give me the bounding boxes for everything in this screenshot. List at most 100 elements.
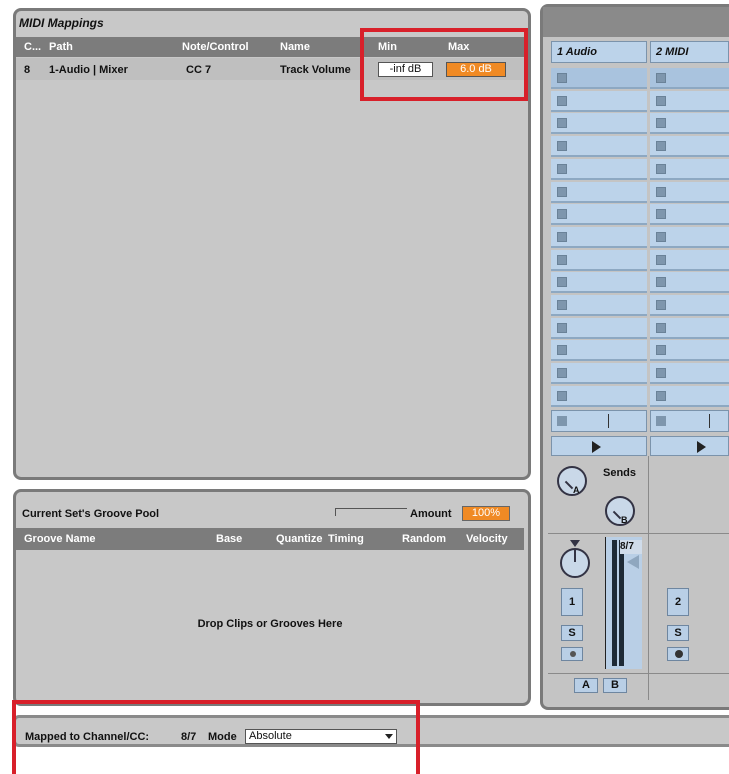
clip-stop-icon[interactable] bbox=[656, 163, 666, 174]
clip-slot[interactable] bbox=[650, 204, 729, 226]
meter-right bbox=[619, 540, 624, 666]
clip-slot[interactable] bbox=[551, 340, 647, 362]
crossfade-a-button[interactable]: A bbox=[574, 678, 598, 693]
clip-stop-icon[interactable] bbox=[557, 118, 567, 129]
col-name[interactable]: Name bbox=[276, 37, 370, 57]
clip-stop-icon[interactable] bbox=[656, 345, 666, 356]
clip-stop-icon[interactable] bbox=[557, 300, 567, 310]
col-base[interactable]: Base bbox=[212, 529, 276, 549]
clip-stop-icon[interactable] bbox=[557, 186, 567, 197]
clip-stop-icon[interactable] bbox=[557, 322, 567, 333]
clip-slot[interactable] bbox=[551, 385, 647, 407]
divider-line bbox=[608, 414, 609, 428]
send-a-knob[interactable]: A bbox=[557, 466, 587, 496]
col-timing[interactable]: Timing bbox=[324, 529, 388, 549]
col-path[interactable]: Path bbox=[45, 37, 179, 57]
clip-slot[interactable] bbox=[650, 363, 729, 385]
track-1-header[interactable]: 1 Audio bbox=[551, 41, 647, 63]
clip-stop-icon[interactable] bbox=[557, 73, 567, 83]
clip-stop-icon[interactable] bbox=[557, 345, 567, 356]
track-2-monitor-button[interactable] bbox=[667, 647, 689, 661]
clip-slot[interactable] bbox=[650, 340, 729, 362]
clip-stop-icon[interactable] bbox=[557, 390, 567, 401]
clip-stop-icon[interactable] bbox=[557, 277, 567, 288]
clip-slot[interactable] bbox=[551, 272, 647, 294]
pan-knob[interactable] bbox=[560, 548, 590, 578]
clip-stop-icon[interactable] bbox=[656, 186, 666, 197]
knob-pointer bbox=[612, 510, 622, 520]
clip-stop-icon[interactable] bbox=[557, 368, 567, 379]
stop-square-icon bbox=[557, 416, 567, 426]
send-b-knob[interactable]: B bbox=[605, 496, 635, 526]
clip-slot[interactable] bbox=[650, 226, 729, 248]
amount-field[interactable]: 100% bbox=[462, 506, 510, 521]
clip-slot[interactable] bbox=[650, 90, 729, 112]
track-2-solo-button[interactable]: S bbox=[667, 625, 689, 641]
clip-stop-icon[interactable] bbox=[656, 141, 666, 152]
clip-stop-icon[interactable] bbox=[557, 141, 567, 152]
clip-slot[interactable] bbox=[650, 158, 729, 180]
clip-slot[interactable] bbox=[650, 136, 729, 158]
clip-slot[interactable] bbox=[551, 181, 647, 203]
mixer-divider bbox=[648, 456, 649, 700]
clip-slot[interactable] bbox=[551, 317, 647, 339]
clip-stop-icon[interactable] bbox=[557, 95, 567, 106]
clip-stop-icon[interactable] bbox=[557, 163, 567, 174]
col-velocity[interactable]: Velocity bbox=[462, 529, 528, 549]
clip-slot[interactable] bbox=[650, 317, 729, 339]
clip-slot[interactable] bbox=[650, 113, 729, 135]
play-icon bbox=[697, 441, 706, 453]
clip-stop-icon[interactable] bbox=[656, 277, 666, 288]
clip-slot[interactable] bbox=[650, 295, 729, 316]
clip-stop-icon[interactable] bbox=[656, 390, 666, 401]
clip-stop-icon[interactable] bbox=[557, 209, 567, 220]
divider-line bbox=[709, 414, 710, 428]
clip-stop-icon[interactable] bbox=[656, 73, 666, 83]
clip-stop-icon[interactable] bbox=[656, 322, 666, 333]
clip-stop-icon[interactable] bbox=[656, 300, 666, 310]
clip-slot[interactable] bbox=[551, 363, 647, 385]
groove-pool-panel bbox=[13, 489, 531, 706]
crossfade-b-button[interactable]: B bbox=[603, 678, 627, 693]
clip-stop-icon[interactable] bbox=[656, 95, 666, 106]
monitor-icon bbox=[675, 650, 683, 658]
clip-slot[interactable] bbox=[650, 68, 729, 89]
clip-slot[interactable] bbox=[551, 68, 647, 89]
col-groove-name[interactable]: Groove Name bbox=[20, 529, 144, 549]
clip-slot[interactable] bbox=[650, 249, 729, 271]
clip-slot[interactable] bbox=[551, 249, 647, 271]
track-1-activator-button[interactable]: 1 bbox=[561, 588, 583, 616]
clip-slot[interactable] bbox=[551, 226, 647, 248]
clip-stop-icon[interactable] bbox=[656, 368, 666, 379]
clip-slot[interactable] bbox=[650, 181, 729, 203]
clip-slot[interactable] bbox=[551, 136, 647, 158]
highlight-status bbox=[12, 700, 420, 774]
col-random[interactable]: Random bbox=[398, 529, 462, 549]
clip-stop-icon[interactable] bbox=[557, 231, 567, 242]
clip-stop-icon[interactable] bbox=[656, 209, 666, 220]
col-note-control[interactable]: Note/Control bbox=[178, 37, 282, 57]
clip-slot[interactable] bbox=[650, 272, 729, 294]
track-1-arm-button[interactable] bbox=[561, 647, 583, 661]
clip-slot[interactable] bbox=[551, 295, 647, 316]
track-2-stop-row[interactable] bbox=[650, 410, 729, 432]
groove-drop-text[interactable]: Drop Clips or Grooves Here bbox=[16, 618, 524, 630]
track-1-play-button[interactable] bbox=[551, 436, 647, 456]
track-1-stop-row[interactable] bbox=[551, 410, 647, 432]
clip-stop-icon[interactable] bbox=[656, 231, 666, 242]
clip-slot[interactable] bbox=[551, 113, 647, 135]
record-dot-icon bbox=[570, 651, 576, 657]
clip-slot[interactable] bbox=[551, 90, 647, 112]
track-2-play-button[interactable] bbox=[650, 436, 729, 456]
track-2-activator-button[interactable]: 2 bbox=[667, 588, 689, 616]
clip-stop-icon[interactable] bbox=[557, 254, 567, 265]
clip-stop-icon[interactable] bbox=[656, 254, 666, 265]
clip-stop-icon[interactable] bbox=[656, 118, 666, 129]
amount-bracket bbox=[335, 508, 407, 516]
track-1-solo-button[interactable]: S bbox=[561, 625, 583, 641]
clip-slot[interactable] bbox=[551, 158, 647, 180]
clip-slot[interactable] bbox=[551, 204, 647, 226]
track-2-header[interactable]: 2 MIDI bbox=[650, 41, 729, 63]
clip-slot[interactable] bbox=[650, 385, 729, 407]
fader-handle[interactable] bbox=[627, 555, 639, 569]
